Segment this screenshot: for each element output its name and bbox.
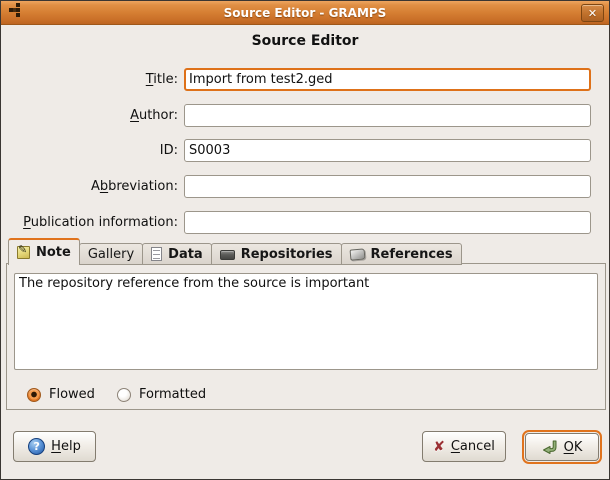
author-input[interactable] <box>184 104 591 127</box>
help-button-label: Help <box>51 439 81 454</box>
tab-gallery-label: Gallery <box>88 247 134 262</box>
id-label: ID: <box>1 139 178 162</box>
cancel-button-label: Cancel <box>451 439 495 454</box>
title-input[interactable] <box>184 68 591 91</box>
radio-flowed-dot <box>27 388 41 402</box>
tab-gallery[interactable]: Gallery <box>79 243 143 265</box>
publication-label: Publication information: <box>1 211 178 234</box>
references-icon <box>349 248 365 260</box>
abbreviation-input[interactable] <box>184 175 591 198</box>
tab-references-label: References <box>371 247 453 262</box>
author-label: Author: <box>1 104 178 127</box>
radio-flowed-label: Flowed <box>49 387 95 402</box>
tab-repositories[interactable]: Repositories <box>211 243 342 265</box>
note-format-options: Flowed Formatted <box>27 387 206 402</box>
radio-formatted-label: Formatted <box>139 387 206 402</box>
cancel-button[interactable]: ✘ Cancel <box>422 431 506 462</box>
id-input[interactable] <box>184 139 591 162</box>
abbreviation-label: Abbreviation: <box>1 175 178 198</box>
window-title: Source Editor - GRAMPS <box>1 6 609 20</box>
dialog-heading: Source Editor <box>1 33 609 49</box>
notebook-tabstrip: ✎ Note Gallery Data Repositories Referen… <box>8 238 461 265</box>
tab-note-label: Note <box>36 245 71 260</box>
title-label: Title: <box>1 68 178 91</box>
publication-input[interactable] <box>184 211 591 234</box>
help-button[interactable]: ? Help <box>13 431 96 462</box>
tab-note[interactable]: ✎ Note <box>8 238 80 265</box>
titlebar[interactable]: Source Editor - GRAMPS ✕ <box>1 1 609 25</box>
radio-flowed[interactable]: Flowed <box>27 387 95 402</box>
data-icon <box>151 247 162 261</box>
help-icon: ? <box>28 438 45 455</box>
note-textarea[interactable]: The repository reference from the source… <box>14 273 598 370</box>
tab-data-label: Data <box>168 247 203 262</box>
close-icon: ✕ <box>588 7 597 20</box>
close-button[interactable]: ✕ <box>581 4 604 22</box>
source-editor-window: Source Editor - GRAMPS ✕ Source Editor T… <box>0 0 610 480</box>
tab-data[interactable]: Data <box>142 243 212 265</box>
ok-button[interactable]: OK <box>525 433 599 461</box>
repositories-icon <box>220 250 235 260</box>
tab-references[interactable]: References <box>341 243 462 265</box>
tab-repositories-label: Repositories <box>241 247 333 262</box>
radio-formatted[interactable]: Formatted <box>117 387 206 402</box>
ok-button-label: OK <box>564 440 583 455</box>
cancel-icon: ✘ <box>433 440 445 454</box>
radio-formatted-dot <box>117 388 131 402</box>
ok-icon <box>542 439 558 455</box>
note-icon: ✎ <box>17 246 30 259</box>
gramps-window-icon[interactable] <box>9 8 13 12</box>
